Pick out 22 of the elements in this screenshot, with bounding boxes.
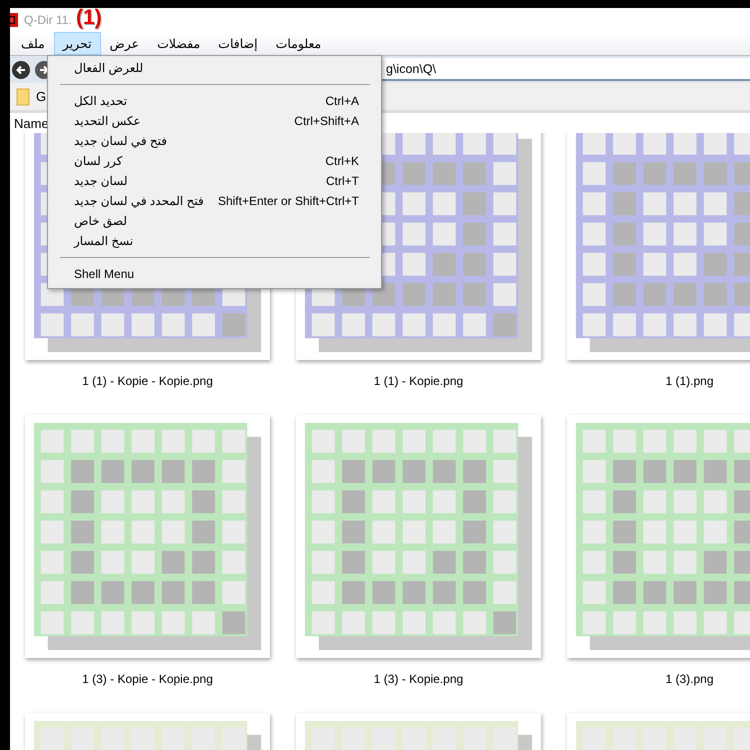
column-header[interactable]: Name [14, 116, 49, 130]
folder-tab[interactable]: G [16, 88, 46, 106]
back-icon[interactable] [12, 60, 30, 78]
menu-item[interactable]: Shell Menu [48, 264, 381, 284]
menu-bar-item[interactable]: إضافات [209, 32, 267, 55]
menu-bar-item[interactable]: تحرير [54, 32, 101, 55]
window-title: Q-Dir 11. [24, 13, 72, 27]
menu-item[interactable]: فتح في لسان جديد [48, 131, 381, 151]
menu-bar-item[interactable]: ملف [12, 32, 54, 55]
file-name: 1 (1) - Kopie - Kopie.png [82, 373, 213, 389]
menu-bar-item[interactable]: معلومات [266, 32, 330, 55]
menu-item[interactable]: لصق خاص [48, 211, 381, 231]
menu-item[interactable]: نسخ المسار [48, 231, 381, 251]
file-name: 1 (1) - Kopie.png [374, 373, 464, 389]
menu-bar-item[interactable]: مفضلات [148, 32, 210, 55]
file-name: 1 (3) - Kopie - Kopie.png [82, 671, 213, 687]
file-name: 1 (3) - Kopie.png [374, 671, 464, 687]
file-name: 1 (3).png [665, 671, 714, 687]
annotation-number: (1) [76, 8, 102, 30]
file-name: 1 (1).png [665, 373, 714, 389]
menu-bar-item[interactable]: عرض [100, 32, 148, 55]
folder-icon [16, 88, 30, 106]
